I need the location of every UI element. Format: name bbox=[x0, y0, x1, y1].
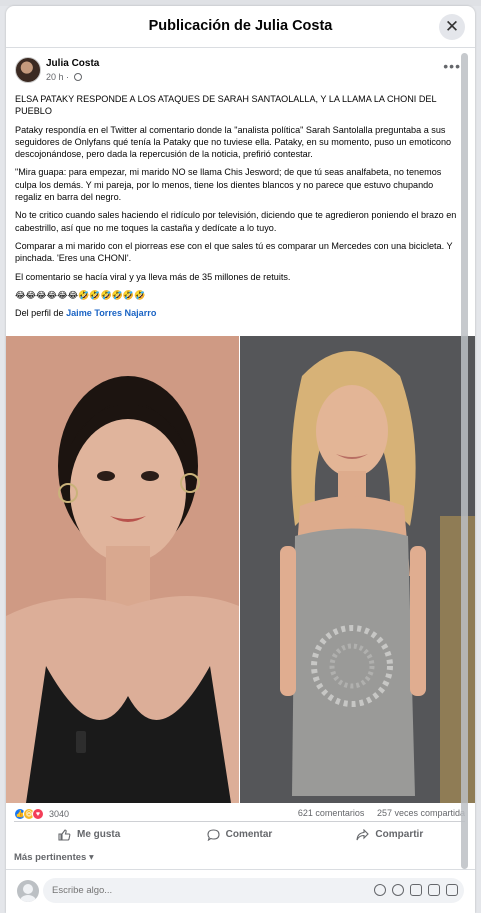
photo-woman-sequin-dress[interactable] bbox=[240, 336, 475, 803]
reaction-count[interactable]: 3040 bbox=[49, 809, 69, 819]
more-options-icon: ••• bbox=[443, 58, 461, 74]
comment-box[interactable] bbox=[43, 878, 464, 903]
emoji-icon[interactable] bbox=[392, 884, 404, 896]
post-paragraph: Pataky respondía en el Twitter al coment… bbox=[15, 124, 452, 160]
share-label: Compartir bbox=[375, 829, 424, 840]
comment-icon bbox=[207, 828, 220, 841]
post-scroll-area[interactable]: Julia Costa 20 h · ••• ELSA PATAKY RESPO… bbox=[6, 49, 475, 869]
post-modal: Publicación de Julia Costa ✕ Julia Costa… bbox=[6, 6, 475, 913]
share-icon bbox=[356, 828, 370, 840]
love-reaction-icon: ♥ bbox=[32, 808, 44, 820]
close-button[interactable]: ✕ bbox=[439, 14, 465, 40]
close-icon: ✕ bbox=[444, 17, 460, 36]
camera-icon[interactable] bbox=[410, 884, 422, 896]
modal-header: Publicación de Julia Costa ✕ bbox=[6, 6, 475, 48]
engagement-counts: 621 comentarios 257 veces compartida bbox=[288, 808, 465, 818]
share-button[interactable]: Compartir bbox=[315, 822, 465, 847]
comment-sort-dropdown[interactable]: Más pertinentes ▾ bbox=[14, 852, 94, 863]
modal-title: Publicación de Julia Costa bbox=[148, 18, 333, 34]
more-options-button[interactable]: ••• bbox=[443, 58, 461, 74]
post-paragraph: El comentario se hacía viral y ya lleva … bbox=[15, 271, 291, 282]
avatar-sticker-icon[interactable] bbox=[374, 884, 386, 896]
photo-left-illustration bbox=[6, 336, 239, 803]
comment-count[interactable]: 621 comentarios bbox=[298, 808, 365, 818]
post-headline: ELSA PATAKY RESPONDE A LOS ATAQUES DE SA… bbox=[15, 94, 437, 117]
post-action-bar: Me gusta Comentar Compartir bbox=[14, 821, 465, 847]
photo-right-illustration bbox=[240, 336, 475, 803]
globe-icon bbox=[73, 73, 82, 81]
post-photos[interactable] bbox=[6, 336, 475, 803]
post-body: ELSA PATAKY RESPONDE A LOS ATAQUES DE SA… bbox=[15, 93, 460, 325]
reaction-summary[interactable]: 👍 😆 ♥ 3040 bbox=[14, 808, 69, 820]
credit-prefix: Del perfil de bbox=[15, 308, 67, 319]
sticker-icon[interactable] bbox=[446, 884, 458, 896]
credit-link[interactable]: Jaime Torres Najarro bbox=[66, 308, 156, 318]
comment-button[interactable]: Comentar bbox=[164, 822, 314, 847]
author-name[interactable]: Julia Costa bbox=[46, 58, 99, 69]
post-paragraph: No te critico cuando sales haciendo el r… bbox=[15, 210, 457, 233]
thumbs-up-icon bbox=[58, 828, 71, 841]
composer-icons bbox=[374, 884, 458, 896]
comment-composer bbox=[6, 869, 475, 913]
user-avatar bbox=[17, 880, 39, 902]
post-paragraph: Comparar a mi marido con el piorreas ese… bbox=[15, 240, 453, 264]
scrollbar[interactable] bbox=[461, 53, 468, 869]
like-label: Me gusta bbox=[76, 829, 121, 840]
gif-icon[interactable] bbox=[428, 884, 440, 896]
post-credit: Del perfil de Jaime Torres Najarro bbox=[15, 307, 460, 319]
like-button[interactable]: Me gusta bbox=[14, 822, 164, 847]
emoji-row: 😂😂😂😂😂😂🤣🤣🤣🤣🤣🤣 bbox=[15, 289, 146, 300]
post-time[interactable]: 20 h · bbox=[46, 72, 69, 82]
post-meta: 20 h · bbox=[46, 72, 82, 82]
comment-label: Comentar bbox=[225, 829, 273, 840]
post-paragraph: "Mira guapa: para empezar, mi marido NO … bbox=[15, 167, 442, 203]
author-avatar[interactable] bbox=[15, 57, 41, 83]
photo-woman-black-dress[interactable] bbox=[6, 336, 239, 803]
share-count[interactable]: 257 veces compartida bbox=[377, 808, 465, 818]
comment-input[interactable] bbox=[52, 878, 352, 903]
